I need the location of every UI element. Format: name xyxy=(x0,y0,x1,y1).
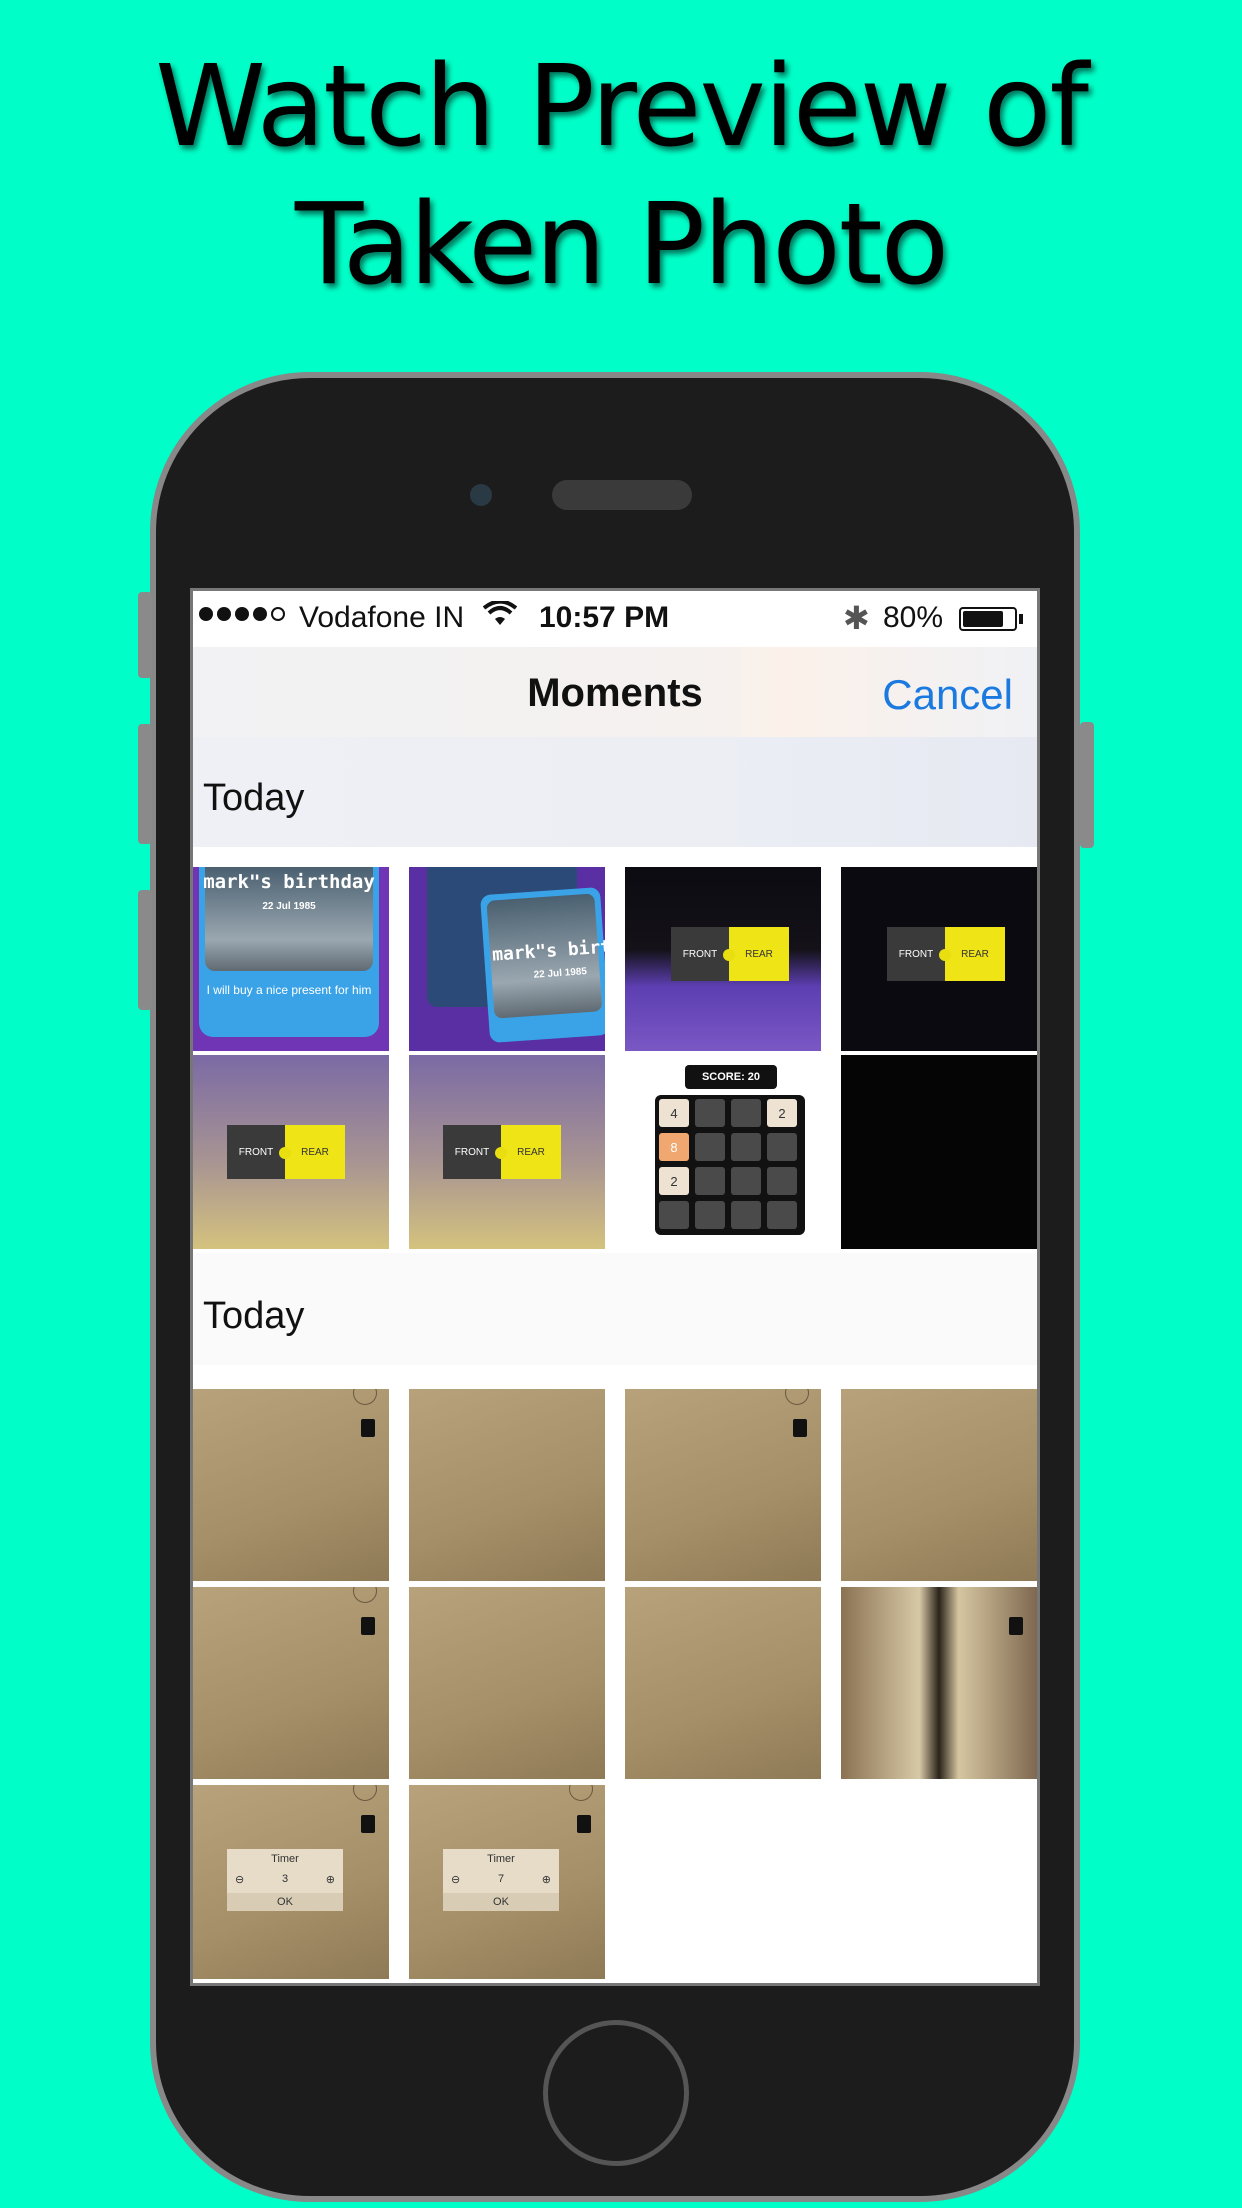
photo-thumbnail[interactable] xyxy=(625,1389,821,1581)
timer-dialog: Timer ⊖ 3 ⊕ OK xyxy=(227,1849,343,1911)
game-score: SCORE: 20 xyxy=(685,1065,777,1089)
photo-thumbnail[interactable]: mark"s birthday 22 Jul 1985 I will buy a… xyxy=(193,867,389,1051)
phone-screen: Vodafone IN 10:57 PM ✱ 80% Moments Cance… xyxy=(190,588,1040,1986)
mute-switch xyxy=(138,592,152,678)
photo-thumbnail[interactable]: Timer ⊖ 7 ⊕ OK xyxy=(409,1785,605,1979)
game-cell: 4 xyxy=(659,1099,689,1127)
timer-title: Timer xyxy=(487,1853,515,1865)
camera-toggle: FRONT REAR xyxy=(887,927,1005,981)
battery-icon xyxy=(959,607,1017,631)
save-icon xyxy=(361,1617,375,1635)
plus-icon: ⊕ xyxy=(541,1874,551,1886)
camera-toggle: FRONT REAR xyxy=(443,1125,561,1179)
camera-toggle: FRONT REAR xyxy=(227,1125,345,1179)
clock: 10:57 PM xyxy=(539,601,670,634)
timer-dialog: Timer ⊖ 7 ⊕ OK xyxy=(443,1849,559,1911)
front-camera xyxy=(470,484,492,506)
save-icon xyxy=(1009,1617,1023,1635)
photo-thumbnail[interactable]: Timer ⊖ 3 ⊕ OK xyxy=(193,1785,389,1979)
game-cell xyxy=(767,1133,797,1161)
toggle-rear-label: REAR xyxy=(729,927,789,981)
earpiece-speaker xyxy=(552,480,692,510)
card-text: I will buy a nice present for him xyxy=(206,983,372,997)
bluetooth-icon: ✱ xyxy=(843,600,870,636)
photo-thumbnail[interactable]: FRONT REAR xyxy=(193,1055,389,1249)
signal-strength-icon xyxy=(199,607,285,621)
navigation-bar: Moments Cancel xyxy=(193,647,1037,738)
battery-cap xyxy=(1019,614,1023,624)
headline: Watch Preview of Taken Photo xyxy=(0,38,1242,314)
toggle-rear-label: REAR xyxy=(285,1125,345,1179)
save-icon xyxy=(793,1419,807,1437)
home-button[interactable] xyxy=(543,2020,689,2166)
save-icon xyxy=(361,1815,375,1833)
battery-percentage: 80% xyxy=(883,601,944,634)
game-cell xyxy=(695,1201,725,1229)
timer-ok: OK xyxy=(443,1893,559,1911)
game-cell xyxy=(731,1167,761,1195)
game-cell xyxy=(731,1133,761,1161)
section-header-2: Today xyxy=(193,1253,1037,1365)
game-cell: 8 xyxy=(659,1133,689,1161)
power-button xyxy=(1080,722,1094,848)
toggle-rear-label: REAR xyxy=(501,1125,561,1179)
card-date: 22 Jul 1985 xyxy=(262,901,316,912)
game-cell xyxy=(767,1167,797,1195)
volume-down-button xyxy=(138,890,152,1010)
toggle-rear-label: REAR xyxy=(945,927,1005,981)
game-cell xyxy=(767,1201,797,1229)
status-bar: Vodafone IN 10:57 PM ✱ 80% xyxy=(193,591,1037,647)
photo-thumbnail[interactable]: FRONT REAR xyxy=(625,867,821,1051)
game-cell: 2 xyxy=(659,1167,689,1195)
photo-thumbnail[interactable] xyxy=(841,1055,1037,1249)
photo-thumbnail[interactable] xyxy=(841,1587,1037,1779)
game-cell: 2 xyxy=(767,1099,797,1127)
carrier-name: Vodafone IN xyxy=(299,601,465,634)
save-icon xyxy=(361,1419,375,1437)
headline-line1: Watch Preview of xyxy=(155,42,1089,172)
photo-thumbnail[interactable] xyxy=(409,1389,605,1581)
plus-icon: ⊕ xyxy=(325,1874,335,1886)
game-cell xyxy=(695,1133,725,1161)
wifi-icon xyxy=(482,599,518,635)
game-cell xyxy=(695,1099,725,1127)
game-cell xyxy=(659,1201,689,1229)
photo-thumbnail[interactable] xyxy=(625,1587,821,1779)
card-title: mark"s birthday xyxy=(203,871,375,893)
toggle-front-label: FRONT xyxy=(671,927,729,981)
birthday-card: mark"s birthday 22 Jul 1985 I will buy a… xyxy=(199,867,379,1037)
toggle-front-label: FRONT xyxy=(887,927,945,981)
photo-thumbnail[interactable] xyxy=(193,1587,389,1779)
game-board: 4 2 8 2 xyxy=(655,1095,805,1235)
photo-thumbnail[interactable] xyxy=(193,1389,389,1581)
cancel-button[interactable]: Cancel xyxy=(882,671,1013,719)
game-cell xyxy=(695,1167,725,1195)
photo-thumbnail[interactable] xyxy=(409,1587,605,1779)
section-header-1: Today xyxy=(193,737,1037,847)
game-cell xyxy=(731,1099,761,1127)
timer-title: Timer xyxy=(271,1853,299,1865)
photo-thumbnail[interactable]: FRONT REAR xyxy=(841,867,1037,1051)
photo-thumbnail[interactable] xyxy=(841,1389,1037,1581)
photo-thumbnail[interactable]: SCORE: 20 4 2 8 2 xyxy=(625,1055,821,1249)
volume-up-button xyxy=(138,724,152,844)
save-icon xyxy=(577,1815,591,1833)
toggle-front-label: FRONT xyxy=(227,1125,285,1179)
photo-thumbnail[interactable]: mark"s birthd 22 Jul 1985 xyxy=(409,867,605,1051)
camera-toggle: FRONT REAR xyxy=(671,927,789,981)
headline-line2: Taken Photo xyxy=(294,180,949,310)
photo-thumbnail[interactable]: FRONT REAR xyxy=(409,1055,605,1249)
section-header-label: Today xyxy=(203,777,305,819)
game-cell xyxy=(731,1201,761,1229)
section-header-label: Today xyxy=(203,1295,305,1337)
timer-ok: OK xyxy=(227,1893,343,1911)
toggle-front-label: FRONT xyxy=(443,1125,501,1179)
